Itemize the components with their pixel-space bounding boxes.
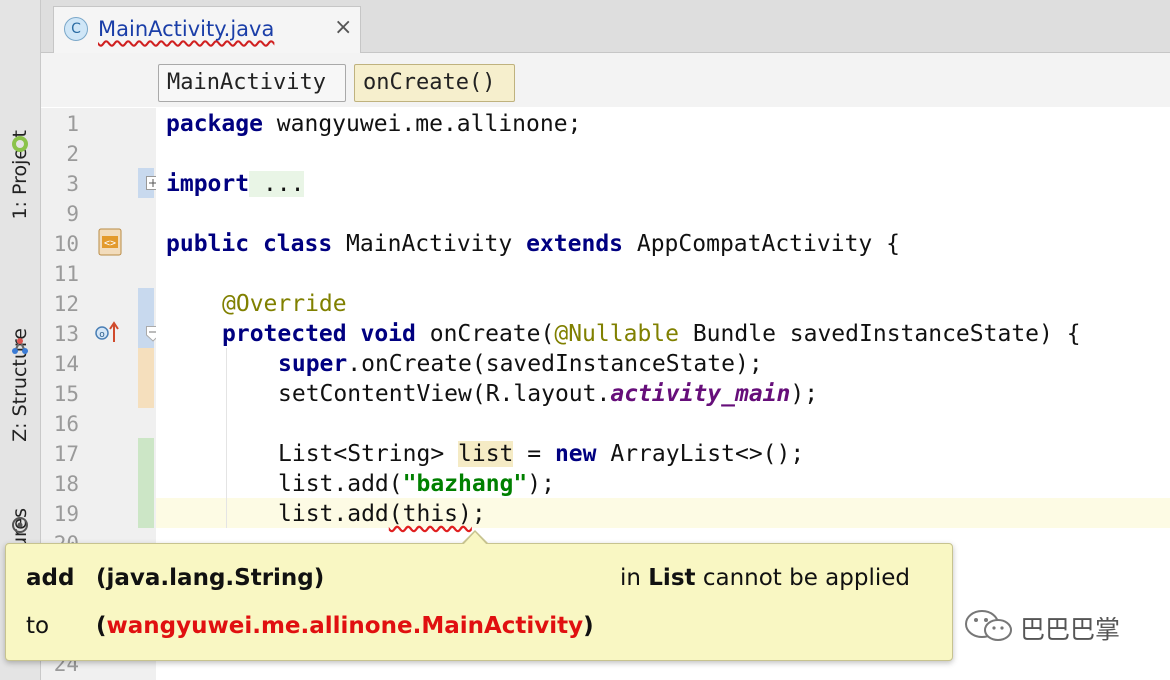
indent-guide bbox=[226, 348, 227, 528]
folded-imports[interactable]: ... bbox=[249, 171, 305, 197]
tooltip-argument-types: (wangyuwei.me.allinone.MainActivity) bbox=[96, 613, 594, 639]
line-number: 12 bbox=[53, 292, 79, 316]
code-line: super.onCreate(savedInstanceState); bbox=[278, 351, 763, 377]
code-line: public class MainActivity extends AppCom… bbox=[166, 231, 900, 257]
svg-text:<>: <> bbox=[104, 238, 116, 249]
close-tab-icon[interactable]: × bbox=[334, 15, 352, 40]
tool-tab-project[interactable]: 1: Project bbox=[0, 10, 40, 220]
tooltip-to: to bbox=[26, 613, 50, 639]
vcs-change-marker[interactable] bbox=[138, 348, 154, 408]
line-number: 17 bbox=[53, 442, 79, 466]
error-highlight[interactable]: (this) bbox=[389, 501, 472, 527]
line-number: 14 bbox=[53, 352, 79, 376]
camera-icon bbox=[12, 517, 28, 533]
line-number: 18 bbox=[53, 472, 79, 496]
editor-tab-bar: C MainActivity.java × bbox=[41, 0, 1170, 53]
code-line: list.add(this); bbox=[278, 501, 486, 527]
highlighted-variable[interactable]: list bbox=[458, 441, 514, 467]
code-line: protected void onCreate(@Nullable Bundle… bbox=[222, 321, 1081, 347]
line-number: 11 bbox=[53, 262, 79, 286]
editor-tab-mainactivity[interactable]: C MainActivity.java × bbox=[53, 6, 361, 53]
svg-text:o: o bbox=[99, 330, 105, 340]
wechat-logo-icon bbox=[965, 610, 1012, 641]
line-number: 9 bbox=[66, 202, 79, 226]
code-line: List<String> list = new ArrayList<>(); bbox=[278, 441, 805, 467]
line-number: 10 bbox=[53, 232, 79, 256]
line-number: 15 bbox=[53, 382, 79, 406]
tool-tab-captures[interactable]: Captures bbox=[0, 400, 40, 593]
line-number: 16 bbox=[53, 412, 79, 436]
tooltip-param-types: (java.lang.String) bbox=[96, 565, 325, 591]
tool-tab-structure[interactable]: Z: Structure bbox=[0, 198, 40, 442]
line-number: 13 bbox=[53, 322, 79, 346]
breadcrumb-method[interactable]: onCreate() bbox=[354, 64, 515, 102]
activity-layout-icon[interactable]: <> bbox=[98, 228, 122, 256]
android-icon bbox=[12, 136, 28, 152]
code-line: setContentView(R.layout.activity_main); bbox=[278, 381, 819, 407]
line-number: 3 bbox=[66, 172, 79, 196]
line-number: 1 bbox=[66, 112, 79, 136]
watermark-text: 巴巴巴掌 bbox=[1020, 615, 1121, 644]
watermark: 巴巴巴掌 bbox=[962, 606, 1142, 646]
editor-tab-title: MainActivity.java bbox=[98, 17, 275, 41]
code-line: @Override bbox=[222, 291, 347, 317]
line-number: 19 bbox=[53, 502, 79, 526]
java-class-icon: C bbox=[64, 17, 88, 41]
error-tooltip: add (java.lang.String) in List cannot be… bbox=[5, 530, 953, 661]
tooltip-method: add bbox=[26, 565, 75, 591]
vcs-change-marker[interactable] bbox=[138, 438, 154, 528]
line-number: 2 bbox=[66, 142, 79, 166]
tooltip-pointer-fill bbox=[463, 532, 487, 545]
code-line: list.add("bazhang"); bbox=[278, 471, 555, 497]
override-method-icon[interactable]: o bbox=[94, 320, 122, 344]
breadcrumb-class[interactable]: MainActivity bbox=[158, 64, 346, 102]
breadcrumb: MainActivity onCreate() bbox=[41, 53, 1170, 107]
code-line: package wangyuwei.me.allinone; bbox=[166, 111, 582, 137]
code-line: import ... bbox=[166, 171, 305, 197]
tooltip-message: in List cannot be applied bbox=[620, 565, 911, 591]
structure-icon bbox=[12, 338, 28, 354]
